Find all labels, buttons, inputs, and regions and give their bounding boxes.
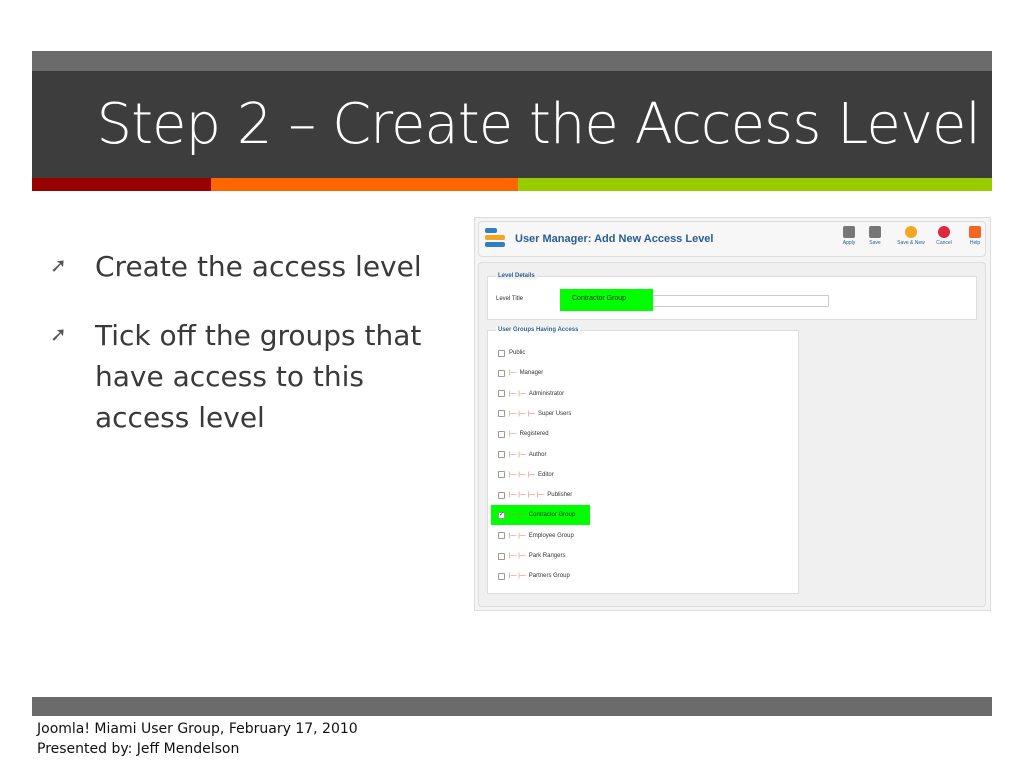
save-new-button[interactable]: Save & New [894, 226, 928, 246]
group-row[interactable]: ✓ |— |— Contractor Group [498, 509, 575, 521]
group-label: Registered [519, 431, 549, 438]
tree-indent: |— |— [509, 390, 526, 397]
save-button[interactable]: Save [863, 226, 887, 246]
group-checkbox[interactable] [498, 451, 505, 458]
group-row[interactable]: |— Registered [498, 428, 549, 440]
help-icon [969, 226, 981, 238]
group-row[interactable]: |— Manager [498, 367, 543, 379]
group-checkbox[interactable] [498, 410, 505, 418]
group-row[interactable]: |— |— Partners Group [498, 570, 570, 582]
group-row[interactable]: |— |— |— Editor [498, 469, 554, 481]
tree-indent: |— |— [509, 573, 526, 580]
title-top-band [32, 51, 992, 71]
tree-indent: |— |— [509, 451, 526, 458]
help-label: Help [969, 240, 981, 246]
bullet-arrow-icon: ➚ [50, 255, 67, 277]
group-label: Manager [519, 370, 544, 377]
tree-indent: |— |— |— [509, 410, 536, 417]
save-label: Save [869, 240, 881, 246]
group-row[interactable]: |— |— Employee Group [498, 530, 574, 542]
group-label: Employee Group [528, 532, 574, 539]
group-row[interactable]: |— |— Park Rangers [498, 550, 565, 562]
group-checkbox[interactable] [498, 491, 505, 499]
page-header: User Manager: Add New Access Level [515, 233, 714, 245]
level-details-fieldset: Level Details Level Title Contractor Gro… [487, 273, 977, 320]
group-checkbox[interactable] [498, 532, 505, 540]
tree-indent: |— |— [509, 553, 526, 559]
cancel-icon [938, 226, 950, 238]
save-new-label: Save & New [897, 240, 925, 246]
group-checkbox[interactable] [498, 552, 505, 560]
group-label: Park Rangers [528, 553, 566, 559]
bullet-text: Tick off the groups that have access to … [95, 319, 422, 434]
group-checkbox[interactable] [498, 349, 505, 357]
bullet-arrow-icon: ➚ [50, 324, 67, 346]
group-row[interactable]: |— |— |— |— Publisher [498, 489, 572, 501]
cancel-button[interactable]: Cancel [932, 226, 956, 246]
tree-indent: |— |— |— [509, 471, 536, 478]
apply-icon [843, 226, 855, 238]
plus-icon [905, 226, 917, 238]
group-label: Partners Group [528, 573, 570, 580]
embedded-screenshot: User Manager: Add New Access Level Apply… [474, 217, 991, 611]
bullet-text: Create the access level [95, 250, 422, 283]
group-row[interactable]: |— |— Author [498, 449, 546, 461]
tree-indent: |— [509, 370, 517, 377]
group-row[interactable]: |— |— |— Super Users [498, 408, 571, 420]
group-checkbox[interactable] [498, 471, 505, 479]
apply-label: Apply [842, 240, 856, 246]
group-label: Contractor Group [528, 512, 576, 519]
group-checkbox[interactable]: ✓ [498, 511, 505, 519]
group-row[interactable]: Public [498, 347, 525, 359]
group-label: Publisher [547, 492, 573, 499]
group-label: Administrator [528, 390, 565, 397]
tree-indent: |— |— |— |— [509, 492, 545, 499]
group-checkbox[interactable] [498, 430, 505, 438]
tree-indent: |— |— [509, 532, 526, 539]
apply-button[interactable]: Apply [837, 226, 861, 246]
tree-indent: |— |— [509, 512, 526, 519]
toolbar: User Manager: Add New Access Level Apply… [478, 221, 986, 257]
group-row[interactable]: |— |— Administrator [498, 388, 564, 400]
level-title-label: Level Title [496, 296, 524, 302]
stripe-green [518, 178, 992, 191]
level-details-legend: Level Details [496, 273, 537, 279]
main-panel: Level Details Level Title Contractor Gro… [478, 262, 986, 607]
group-label: Public [509, 350, 526, 356]
group-checkbox[interactable] [498, 572, 505, 580]
slide-title: Step 2 – Create the Access Level [96, 92, 981, 157]
help-button[interactable]: Help [963, 226, 987, 246]
level-title-value: Contractor Group [560, 289, 653, 311]
group-checkbox[interactable] [498, 369, 505, 377]
group-label: Author [528, 451, 547, 458]
user-manager-logo-icon [485, 228, 507, 250]
stripe-orange [211, 178, 518, 191]
user-groups-legend: User Groups Having Access [496, 327, 581, 333]
footer-line-2: Presented by: Jeff Mendelson [37, 741, 240, 757]
group-checkbox[interactable] [498, 390, 505, 398]
cancel-label: Cancel [936, 240, 952, 246]
footer-bar [32, 697, 992, 716]
group-label: Super Users [538, 410, 572, 417]
group-label: Editor [538, 471, 554, 478]
stripe-red [32, 178, 211, 191]
footer-line-1: Joomla! Miami User Group, February 17, 2… [37, 721, 358, 737]
user-groups-fieldset: User Groups Having Access Public |— Manage… [487, 327, 799, 594]
tree-indent: |— [509, 431, 517, 438]
save-icon [869, 226, 881, 238]
